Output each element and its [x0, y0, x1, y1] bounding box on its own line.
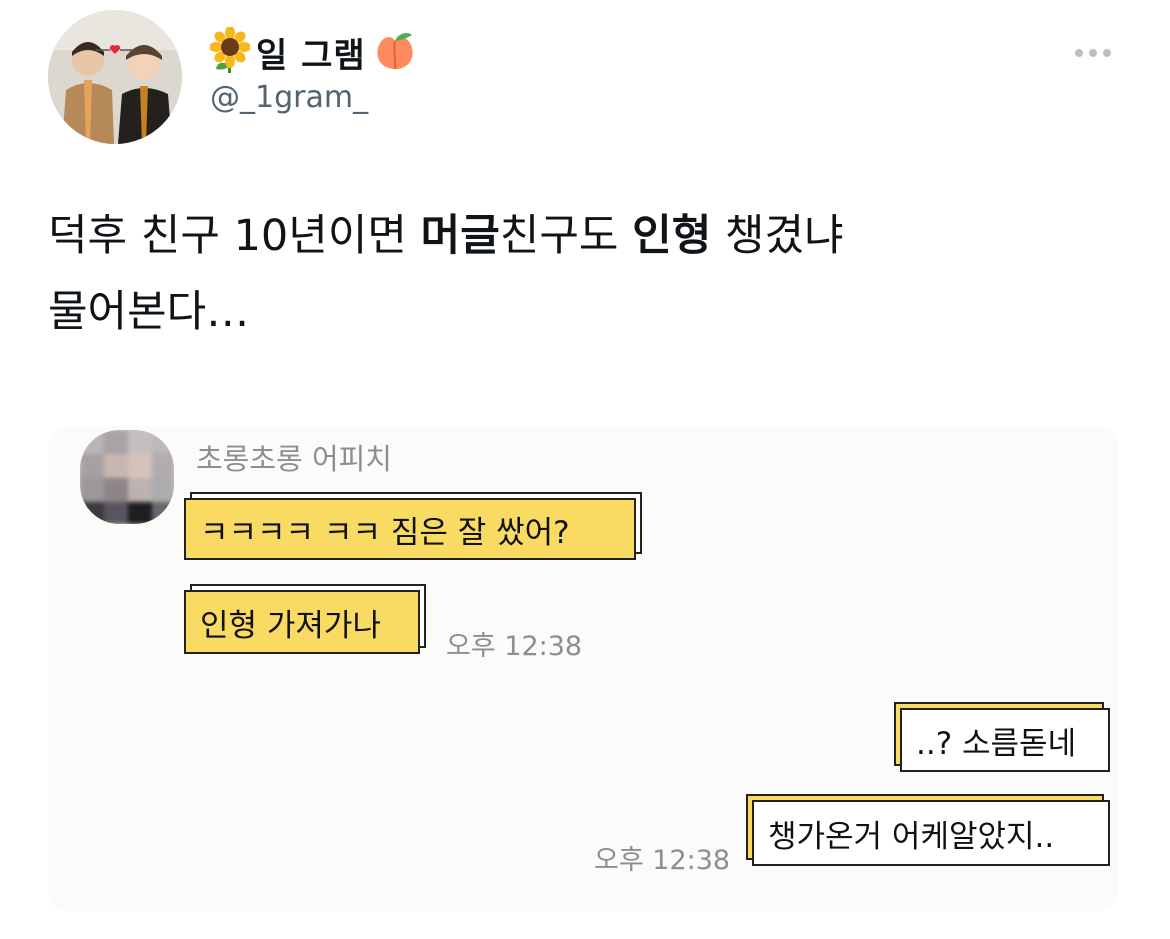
more-dots-icon — [1075, 49, 1083, 57]
avatar[interactable] — [48, 10, 182, 144]
chat-timestamp: 오후 12:38 — [446, 631, 583, 662]
chat-sender-name: 초롱초롱 어피치 — [196, 442, 392, 476]
chat-timestamp: 오후 12:38 — [594, 845, 731, 876]
tweet-text-bold: 머글 — [420, 211, 500, 261]
tweet-text-segment: 챙겼냐 — [711, 211, 844, 261]
tweet-text-segment: 친구도 — [499, 211, 633, 261]
more-dots-icon — [1103, 49, 1111, 57]
more-dots-icon — [1089, 49, 1097, 57]
display-name[interactable]: 일 그램 — [209, 24, 418, 80]
tweet-text-segment: 물어본다… — [48, 287, 250, 337]
chat-avatar — [80, 430, 174, 524]
peach-icon — [372, 27, 418, 77]
chat-message-incoming: ㅋㅋㅋㅋ ㅋㅋ 짐은 잘 쌌어? — [184, 498, 636, 560]
more-options-button[interactable] — [1068, 38, 1118, 68]
display-name-text: 일 그램 — [256, 35, 366, 76]
tweet-text-segment: 덕후 친구 10년이면 — [48, 211, 421, 261]
user-handle[interactable]: @_1gram_ — [210, 80, 368, 115]
chat-message-incoming: 인형 가져가나 — [184, 590, 420, 654]
sunflower-icon — [209, 26, 251, 77]
tweet-text-bold: 인형 — [632, 211, 712, 261]
tweet-text: 덕후 친구 10년이면 머글친구도 인형 챙겼냐물어본다… — [48, 198, 1128, 350]
chat-message-outgoing: ..? 소름돋네 — [900, 708, 1110, 772]
chat-message-outgoing: 챙가온거 어케알았지.. — [752, 800, 1110, 866]
